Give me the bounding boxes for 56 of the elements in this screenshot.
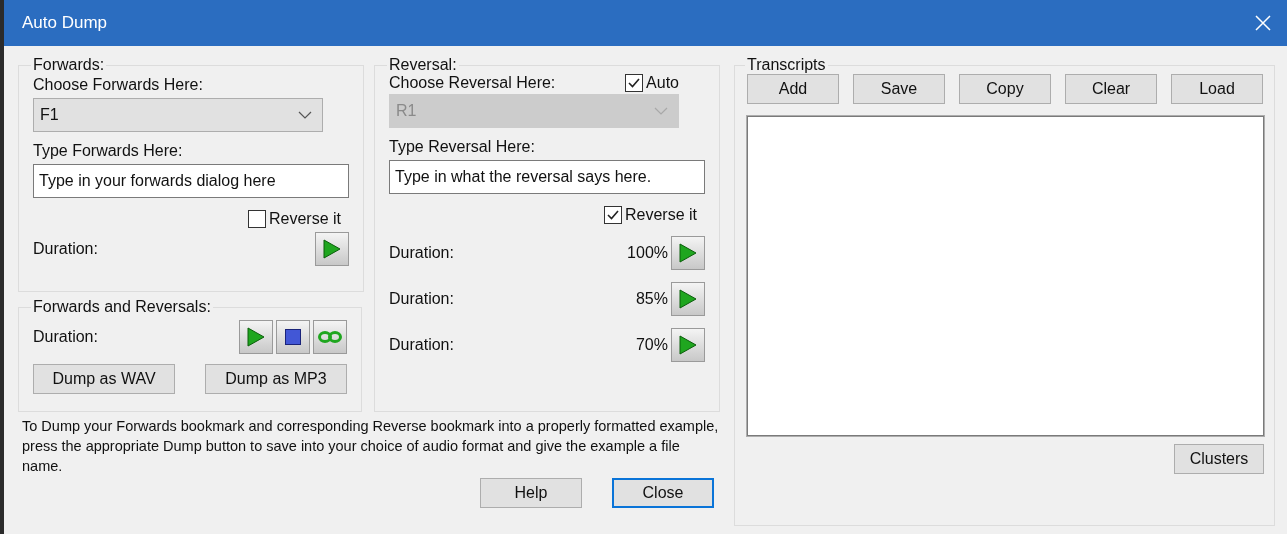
play-button[interactable]: [239, 320, 273, 354]
stop-icon: [285, 329, 301, 345]
field-label: Type Forwards Here:: [33, 142, 184, 160]
checkbox[interactable]: Reverse it: [603, 206, 697, 224]
play-icon: [679, 335, 697, 355]
checkbox-label: Reverse it: [268, 210, 341, 228]
transcript-button[interactable]: Clear: [1065, 74, 1157, 104]
field-label: Choose Reversal Here:: [389, 74, 556, 92]
dialog-button[interactable]: Help: [480, 478, 582, 508]
duration-label: Duration:: [389, 244, 454, 262]
text-field[interactable]: Type in what the reversal says here.: [389, 160, 705, 194]
percent-label: 85%: [635, 290, 668, 308]
field-label: Choose Forwards Here:: [33, 76, 204, 94]
stop-button[interactable]: [276, 320, 310, 354]
play-button[interactable]: [671, 328, 705, 362]
duration-label: Duration:: [389, 336, 454, 354]
group-title: Transcripts: [746, 56, 827, 74]
transcript-button[interactable]: Copy: [959, 74, 1051, 104]
chevron-down-icon: [654, 107, 668, 115]
instructions-text: To Dump your Forwards bookmark and corresponding Reverse bookmark into a properly formatted example, press the appropriate Dump button to save into your choice of audio format and give the example a file name.: [22, 417, 720, 476]
dump-button[interactable]: Dump as WAV: [33, 364, 175, 394]
checkbox-label: Auto: [646, 74, 679, 92]
play-button[interactable]: [315, 232, 349, 266]
play-icon: [679, 243, 697, 263]
percent-label: 70%: [635, 336, 668, 354]
transcript-button[interactable]: Load: [1171, 74, 1263, 104]
play-icon: [247, 327, 265, 347]
dump-button[interactable]: Dump as MP3: [205, 364, 347, 394]
clusters-button[interactable]: Clusters: [1174, 444, 1264, 474]
duration-label: Duration:: [33, 240, 98, 258]
dialog-button[interactable]: Close: [612, 478, 714, 508]
checkbox[interactable]: Reverse it: [247, 210, 341, 228]
duration-label: Duration:: [389, 290, 454, 308]
checkbox-label: Reverse it: [624, 206, 697, 224]
play-icon: [679, 289, 697, 309]
close-icon[interactable]: [1255, 15, 1271, 31]
play-button[interactable]: [671, 236, 705, 270]
window-title: Auto Dump: [22, 13, 108, 33]
transcript-button[interactable]: Add: [747, 74, 839, 104]
play-icon: [323, 239, 341, 259]
chevron-down-icon: [298, 111, 312, 119]
checkbox-box[interactable]: [247, 210, 266, 228]
group-title: Forwards:: [32, 56, 106, 74]
transcript-button[interactable]: Save: [853, 74, 945, 104]
group-title: Reversal:: [388, 56, 458, 74]
checkbox-box[interactable]: [603, 206, 622, 224]
loop-icon: [318, 330, 342, 344]
checkbox[interactable]: Auto: [625, 74, 679, 92]
checkbox-box[interactable]: [625, 74, 644, 92]
play-button[interactable]: [671, 282, 705, 316]
field-label: Type Reversal Here:: [389, 138, 536, 156]
group-title: Forwards and Reversals:: [32, 298, 212, 316]
text-field[interactable]: Type in your forwards dialog here: [33, 164, 349, 198]
duration-label: Duration:: [33, 328, 98, 346]
percent-label: 100%: [627, 244, 668, 262]
dropdown[interactable]: F1: [33, 98, 323, 132]
